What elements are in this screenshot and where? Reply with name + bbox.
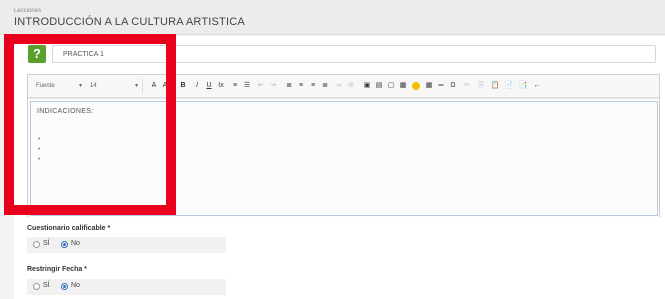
flash-icon[interactable]: ▤ xyxy=(374,80,384,91)
undo-icon[interactable]: ← xyxy=(532,80,542,91)
graded-quiz-options: SÍ No xyxy=(27,237,226,253)
graded-quiz-yes-label: SÍ xyxy=(43,240,50,247)
paste-icon[interactable]: 📋 xyxy=(490,80,500,91)
horizontal-rule-icon[interactable]: ═ xyxy=(436,80,446,91)
underline-icon[interactable]: U xyxy=(204,80,214,91)
unlink-icon[interactable]: ⊘ xyxy=(346,80,356,91)
outdent-icon[interactable]: ⇤ xyxy=(256,80,266,91)
align-right-icon[interactable]: ≡ xyxy=(308,80,318,91)
page-title: INTRODUCCIÓN A LA CULTURA ARTISTICA xyxy=(14,16,245,28)
graded-quiz-no-label: No xyxy=(71,240,80,247)
highlight-box xyxy=(4,34,176,215)
justify-icon[interactable]: ≣ xyxy=(320,80,330,91)
paste-word-icon[interactable]: 📑 xyxy=(518,80,528,91)
breadcrumb[interactable]: Lecciones xyxy=(14,8,41,14)
graded-quiz-label: Cuestionario calificable * xyxy=(27,225,111,232)
restrict-date-options: SÍ No xyxy=(27,279,226,295)
restrict-date-no-label: No xyxy=(71,282,80,289)
restrict-date-yes-label: SÍ xyxy=(43,282,50,289)
restrict-date-label: Restringir Fecha * xyxy=(27,266,87,273)
bulleted-list-icon[interactable]: ☰ xyxy=(242,80,252,91)
graded-quiz-no-radio[interactable] xyxy=(61,241,68,248)
graded-quiz-yes-radio[interactable] xyxy=(33,241,40,248)
video-icon[interactable]: ▦ xyxy=(398,80,408,91)
bold-icon[interactable]: B xyxy=(178,80,188,91)
align-left-icon[interactable]: ≣ xyxy=(284,80,294,91)
restrict-date-no-radio[interactable] xyxy=(61,283,68,290)
smiley-icon[interactable] xyxy=(412,82,420,90)
copy-icon[interactable]: ⎘ xyxy=(476,80,486,91)
remove-format-icon[interactable]: Ix xyxy=(216,80,226,91)
link-icon[interactable]: ∞ xyxy=(334,80,344,91)
align-center-icon[interactable]: ≡ xyxy=(296,80,306,91)
restrict-date-yes-radio[interactable] xyxy=(33,283,40,290)
page-header: Lecciones INTRODUCCIÓN A LA CULTURA ARTI… xyxy=(0,0,665,35)
table-icon[interactable]: ▦ xyxy=(424,80,434,91)
image-icon[interactable]: ▣ xyxy=(362,80,372,91)
cut-icon[interactable]: ✂ xyxy=(462,80,472,91)
indent-icon[interactable]: ⇥ xyxy=(268,80,278,91)
iframe-icon[interactable]: ▢ xyxy=(386,80,396,91)
italic-icon[interactable]: I xyxy=(192,80,202,91)
special-char-icon[interactable]: Ω xyxy=(448,80,458,91)
numbered-list-icon[interactable]: ≡ xyxy=(230,80,240,91)
paste-text-icon[interactable]: 📄 xyxy=(504,80,514,91)
